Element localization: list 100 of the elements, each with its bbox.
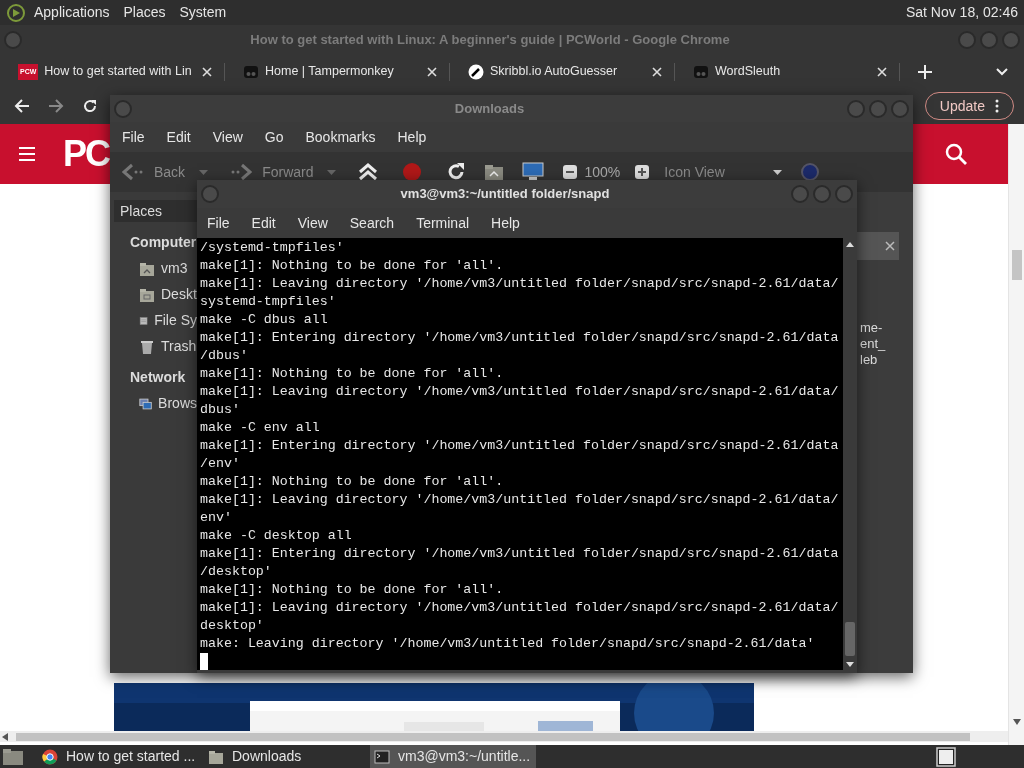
terminal-line: make[1]: Nothing to be done for 'all'. bbox=[200, 365, 505, 383]
terminal-line: systemd-tmpfiles' bbox=[200, 293, 337, 311]
caret-icon[interactable] bbox=[327, 169, 337, 175]
vertical-scrollbar[interactable] bbox=[1008, 124, 1024, 745]
home-icon bbox=[139, 260, 155, 277]
scroll-left-icon bbox=[2, 732, 8, 741]
home-folder-icon[interactable] bbox=[484, 163, 505, 181]
file-name-text: leb bbox=[860, 352, 879, 368]
sidebar-item[interactable]: vm3 bbox=[139, 258, 197, 279]
forward-icon bbox=[230, 163, 253, 181]
terminal-line: /systemd-tmpfiles' bbox=[200, 239, 345, 257]
folder-icon bbox=[139, 286, 155, 303]
computer-icon[interactable] bbox=[522, 162, 545, 182]
terminal-line: /dbus' bbox=[200, 347, 249, 365]
back-icon[interactable] bbox=[14, 98, 30, 114]
close-icon[interactable] bbox=[202, 66, 212, 77]
terminal-line: make[1]: Nothing to be done for 'all'. bbox=[200, 257, 505, 275]
more-icon bbox=[995, 99, 999, 113]
terminal-line: make[1]: Leaving directory '/home/vm3/untitled folder/snapd/src/snapd-2.61/data/ bbox=[200, 599, 840, 617]
reload-icon[interactable] bbox=[82, 98, 98, 114]
terminal-line: dbus' bbox=[200, 401, 241, 419]
terminal-line: env' bbox=[200, 509, 233, 527]
zoom-out-icon[interactable] bbox=[562, 164, 579, 180]
tab-title: WordSleuth bbox=[715, 63, 782, 81]
menu-item[interactable]: Edit bbox=[166, 126, 191, 148]
terminal-line: make[1]: Entering directory '/home/vm3/untitled folder/snapd/src/snapd-2.61/data bbox=[200, 545, 840, 563]
terminal-line: make[1]: Entering directory '/home/vm3/untitled folder/snapd/src/snapd-2.61/data bbox=[200, 437, 840, 455]
tab-list-icon[interactable] bbox=[996, 67, 1008, 76]
taskbar-item[interactable]: Downloads bbox=[204, 745, 370, 768]
workspace-icon[interactable] bbox=[936, 746, 956, 767]
stop-icon[interactable] bbox=[402, 162, 423, 182]
sidebar-item[interactable]: Trash bbox=[139, 336, 197, 357]
menu-item[interactable]: Help bbox=[491, 212, 520, 234]
forward-icon[interactable] bbox=[48, 98, 64, 114]
menu-item[interactable]: File bbox=[122, 126, 145, 148]
window-title: Downloads bbox=[453, 99, 526, 118]
trash-icon bbox=[139, 338, 155, 355]
favicon-icon bbox=[468, 63, 484, 80]
terminal-line: make[1]: Entering directory '/home/vm3/untitled folder/snapd/src/snapd-2.61/data bbox=[200, 329, 840, 347]
caret-icon[interactable] bbox=[199, 169, 209, 175]
terminal-line: make[1]: Leaving directory '/home/vm3/untitled folder/snapd/src/snapd-2.61/data/ bbox=[200, 491, 840, 509]
up-icon[interactable] bbox=[358, 163, 379, 181]
scroll-down-icon[interactable] bbox=[1013, 719, 1021, 725]
view-dropdown[interactable]: Icon View bbox=[664, 161, 782, 183]
show-desktop-icon[interactable] bbox=[2, 747, 24, 766]
menu-item[interactable]: Edit bbox=[251, 212, 276, 234]
favicon-icon bbox=[243, 63, 259, 80]
terminal-line: make[1]: Nothing to be done for 'all'. bbox=[200, 473, 505, 491]
horizontal-scrollbar[interactable] bbox=[0, 731, 1008, 742]
caret-icon bbox=[772, 169, 782, 175]
terminal-line: desktop' bbox=[200, 617, 265, 635]
close-icon[interactable] bbox=[427, 66, 437, 77]
file-name-text: ent_ bbox=[860, 336, 886, 352]
taskbar-item[interactable]: How to get started ... bbox=[38, 745, 204, 768]
scrollbar-thumb[interactable] bbox=[845, 622, 855, 656]
panel-menu[interactable]: Places bbox=[123, 2, 166, 23]
browser-tab[interactable]: Skribbl.io AutoGuesser bbox=[450, 56, 674, 87]
browser-icon bbox=[42, 748, 58, 765]
sidebar-item[interactable]: File Sy bbox=[139, 310, 197, 331]
menu-item[interactable]: Help bbox=[397, 126, 427, 148]
scrollbar-thumb[interactable] bbox=[1012, 250, 1022, 280]
favicon-icon bbox=[693, 63, 709, 80]
new-tab-icon[interactable] bbox=[918, 64, 932, 79]
browser-tab[interactable]: WordSleuth bbox=[675, 56, 899, 87]
close-icon[interactable] bbox=[885, 241, 895, 251]
sidebar-item[interactable]: Deskt bbox=[139, 284, 197, 305]
menu-item[interactable]: Bookmarks bbox=[305, 126, 376, 148]
network-icon bbox=[139, 395, 153, 412]
close-icon[interactable] bbox=[877, 66, 887, 77]
zoom-in-icon[interactable] bbox=[634, 164, 651, 180]
menu-item[interactable]: Search bbox=[349, 212, 395, 234]
terminal-line: make[1]: Nothing to be done for 'all'. bbox=[200, 581, 505, 599]
menu-item[interactable]: View bbox=[212, 126, 243, 148]
menu-logo-icon[interactable] bbox=[6, 2, 26, 23]
terminal-line: make[1]: Leaving directory '/home/vm3/untitled folder/snapd/src/snapd-2.61/data/ bbox=[200, 275, 840, 293]
panel-menu[interactable]: System bbox=[179, 2, 227, 23]
panel-menu[interactable]: Applications bbox=[34, 2, 110, 23]
menu-item[interactable]: Go bbox=[264, 126, 284, 148]
forward-button[interactable]: Forward bbox=[230, 161, 314, 183]
menu-icon[interactable] bbox=[19, 147, 35, 161]
back-button[interactable]: Back bbox=[122, 161, 186, 183]
close-icon[interactable] bbox=[652, 66, 662, 77]
browser-tab[interactable]: Home | Tampermonkey bbox=[225, 56, 449, 87]
window-title: How to get started with Linux: A beginner's guide | PCWorld - Google Chrome bbox=[249, 31, 731, 50]
terminal-line: make -C env all bbox=[200, 419, 321, 437]
terminal-scrollbar[interactable] bbox=[843, 238, 857, 670]
search-icon[interactable] bbox=[945, 143, 967, 165]
sidebar-header[interactable]: Places bbox=[114, 200, 197, 222]
menu-item[interactable]: File bbox=[207, 212, 230, 234]
sidebar-item[interactable]: Brows bbox=[139, 393, 197, 414]
reload-icon[interactable] bbox=[446, 162, 467, 182]
terminal-line: /desktop' bbox=[200, 563, 273, 581]
menu-item[interactable]: View bbox=[297, 212, 328, 234]
terminal-cursor bbox=[200, 653, 208, 670]
site-logo[interactable]: PC bbox=[63, 127, 109, 181]
sidebar-section-title: Computer bbox=[130, 233, 197, 252]
clock: Sat Nov 18, 02:46 bbox=[905, 3, 1018, 22]
menu-item[interactable]: Terminal bbox=[416, 212, 470, 234]
file-name-text: me- bbox=[860, 320, 884, 336]
taskbar-item[interactable]: vm3@vm3:~/untitle... bbox=[370, 745, 536, 768]
